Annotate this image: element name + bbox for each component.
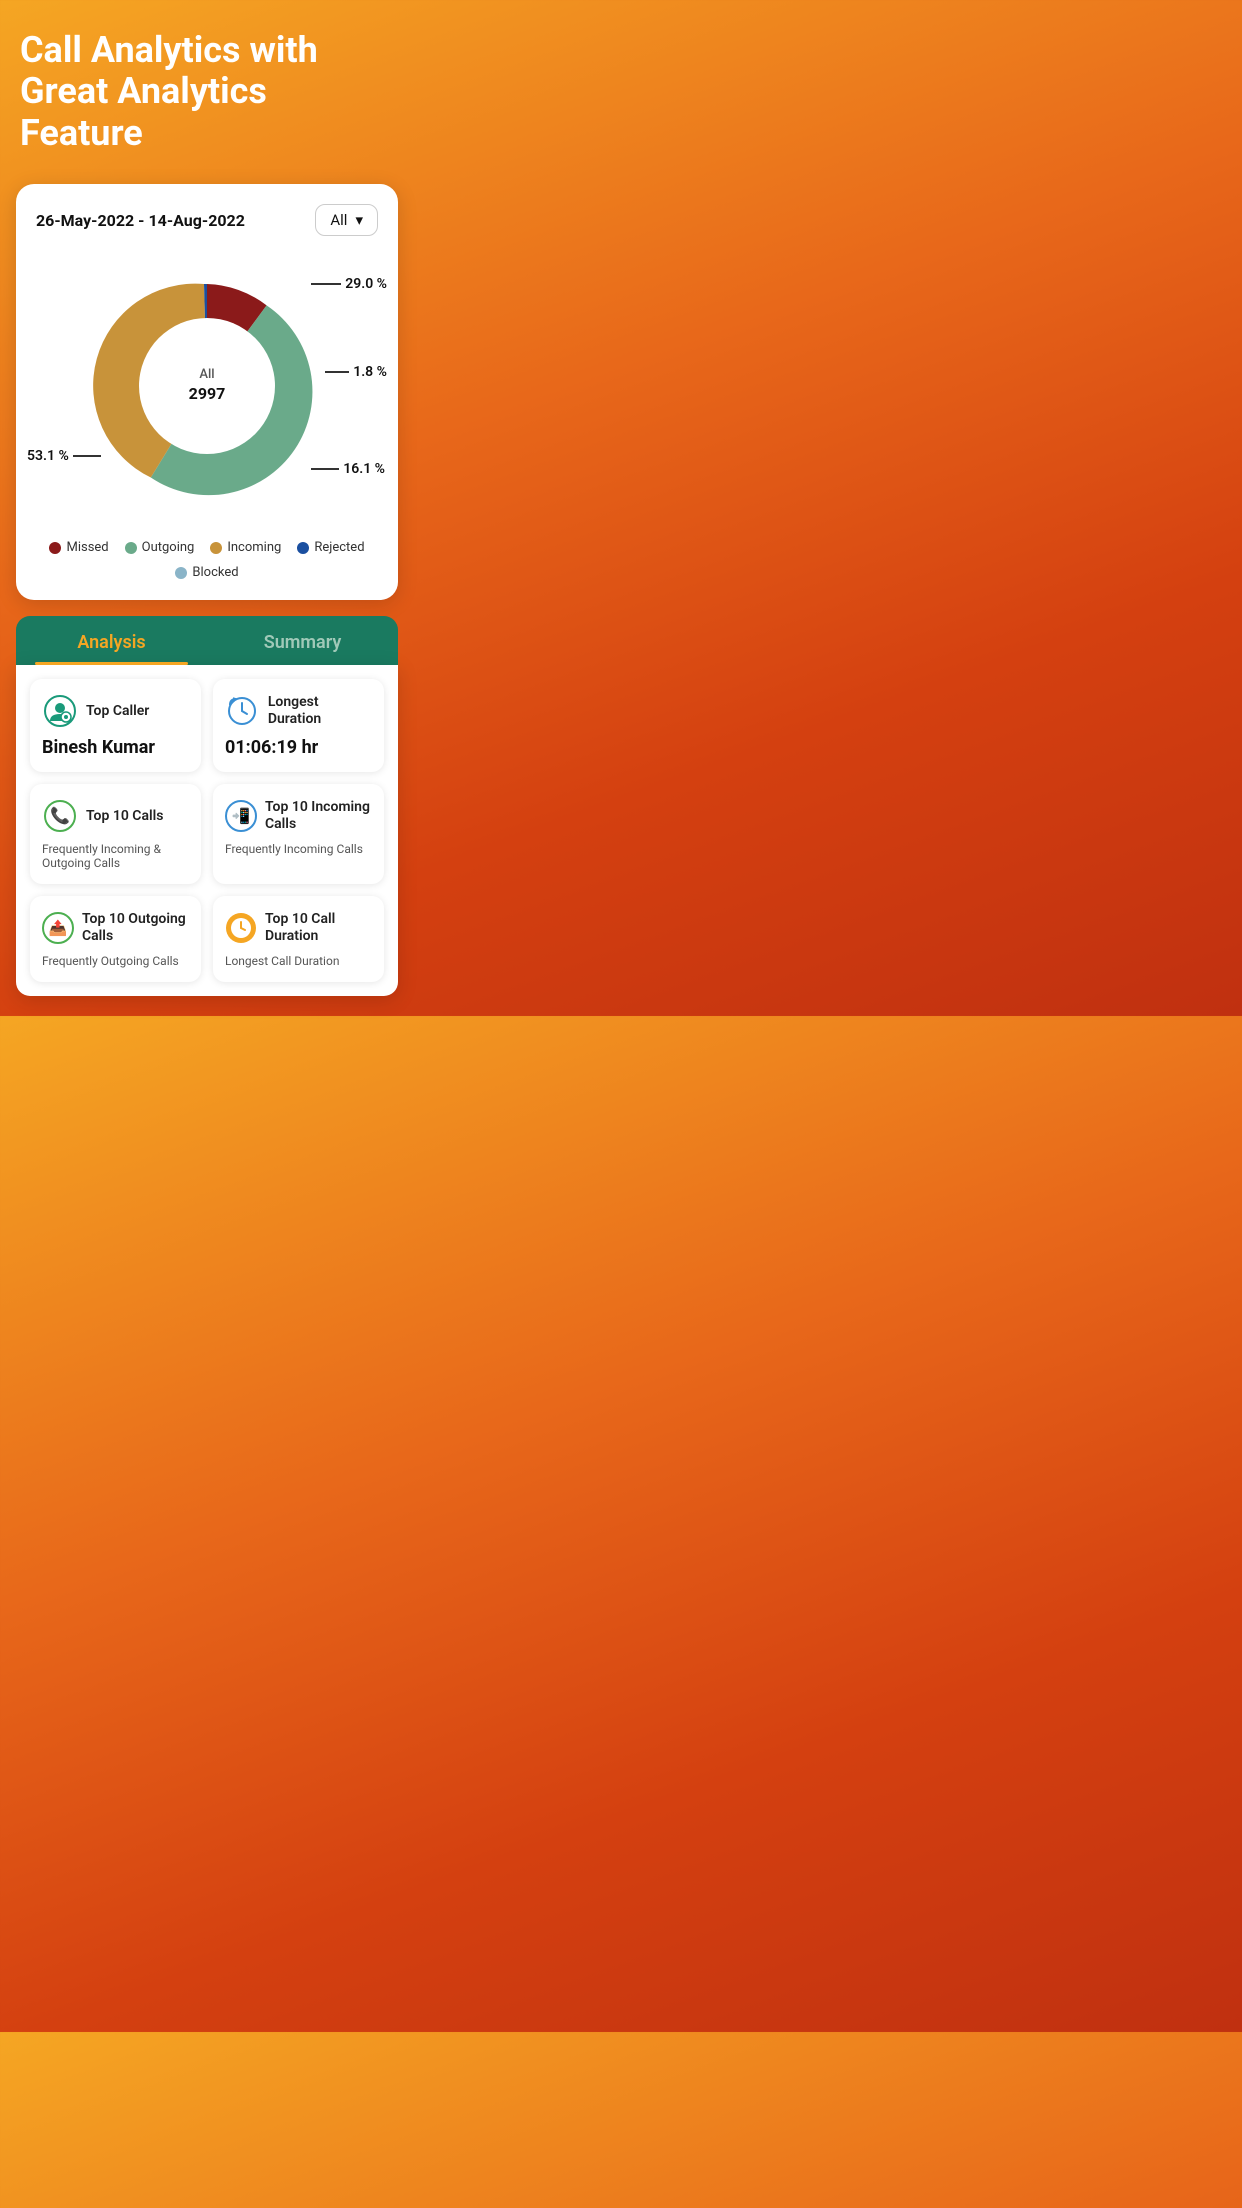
person-icon [42,693,78,729]
top10-outgoing-header: 📤 Top 10 Outgoing Calls [42,910,189,946]
legend-item-rejected: Rejected [297,540,364,555]
phone-both-icon: 📞 [42,798,78,834]
top10-duration-subtitle: Longest Call Duration [225,954,372,968]
rejected-dot [297,542,309,554]
donut-label-1-8: 1.8 % [325,364,387,380]
legend-item-incoming: Incoming [210,540,281,555]
top10-duration-card[interactable]: Top 10 Call Duration Longest Call Durati… [213,896,384,982]
filter-dropdown[interactable]: All ▾ [315,204,378,236]
clock-blue-icon [225,693,260,729]
top10-outgoing-title: Top 10 Outgoing Calls [82,911,189,945]
chevron-down-icon: ▾ [355,211,363,229]
top10-calls-card[interactable]: 📞 Top 10 Calls Frequently Incoming & Out… [30,784,201,884]
legend-label-outgoing: Outgoing [142,540,195,555]
date-row: 26-May-2022 - 14-Aug-2022 All ▾ [36,204,378,236]
analysis-section: Top Caller Binesh Kumar Longest Du [16,665,398,996]
phone-incoming-icon: 📲 [225,798,257,834]
donut-label-29: 29.0 % [311,276,387,292]
date-range: 26-May-2022 - 14-Aug-2022 [36,211,245,230]
donut-center-value: 2997 [189,384,226,405]
top10-calls-subtitle: Frequently Incoming & Outgoing Calls [42,842,189,870]
tabs-section: Analysis Summary Top Caller [16,616,398,996]
top10-duration-header: Top 10 Call Duration [225,910,372,946]
top-caller-title: Top Caller [86,703,149,720]
hero-title: Call Analytics with Great Analytics Feat… [16,30,398,154]
svg-text:📤: 📤 [49,919,68,937]
legend-label-blocked: Blocked [192,565,238,580]
tab-bar: Analysis Summary [16,616,398,665]
top10-incoming-subtitle: Frequently Incoming Calls [225,842,372,856]
top10-calls-header: 📞 Top 10 Calls [42,798,189,834]
phone-outgoing-icon: 📤 [42,910,74,946]
chart-legend: Missed Outgoing Incoming Rejected Blocke… [36,540,378,580]
chart-card: 26-May-2022 - 14-Aug-2022 All ▾ All [16,184,398,600]
incoming-dot [210,542,222,554]
legend-label-incoming: Incoming [227,540,281,555]
legend-label-rejected: Rejected [314,540,364,555]
top-caller-header: Top Caller [42,693,189,729]
legend-item-blocked: Blocked [175,565,238,580]
legend-item-outgoing: Outgoing [125,540,195,555]
clock-orange-icon [225,910,257,946]
longest-duration-title: Longest Duration [268,694,372,728]
top-caller-value: Binesh Kumar [42,737,189,758]
top10-outgoing-card[interactable]: 📤 Top 10 Outgoing Calls Frequently Outgo… [30,896,201,982]
donut-center: All 2997 [189,367,226,405]
longest-duration-value: 01:06:19 hr [225,737,372,758]
outgoing-dot [125,542,137,554]
filter-label: All [330,211,347,229]
legend-item-missed: Missed [49,540,108,555]
svg-text:📞: 📞 [50,805,70,825]
svg-text:📲: 📲 [232,807,251,825]
top10-duration-title: Top 10 Call Duration [265,911,372,945]
top-caller-card[interactable]: Top Caller Binesh Kumar [30,679,201,772]
longest-duration-header: Longest Duration [225,693,372,729]
blocked-dot [175,567,187,579]
missed-dot [49,542,61,554]
donut-label-16: 16.1 % [311,461,385,477]
tab-analysis[interactable]: Analysis [16,616,207,665]
longest-duration-card[interactable]: Longest Duration 01:06:19 hr [213,679,384,772]
top10-outgoing-subtitle: Frequently Outgoing Calls [42,954,189,968]
legend-label-missed: Missed [66,540,108,555]
tab-summary[interactable]: Summary [207,616,398,665]
top10-calls-title: Top 10 Calls [86,808,163,825]
donut-center-label: All [199,367,214,384]
top10-incoming-card[interactable]: 📲 Top 10 Incoming Calls Frequently Incom… [213,784,384,884]
donut-label-53: 53.1 % [27,448,101,464]
donut-chart: All 2997 [77,256,337,516]
analysis-grid: Top Caller Binesh Kumar Longest Du [30,679,384,982]
top10-incoming-title: Top 10 Incoming Calls [265,799,372,833]
top10-incoming-header: 📲 Top 10 Incoming Calls [225,798,372,834]
